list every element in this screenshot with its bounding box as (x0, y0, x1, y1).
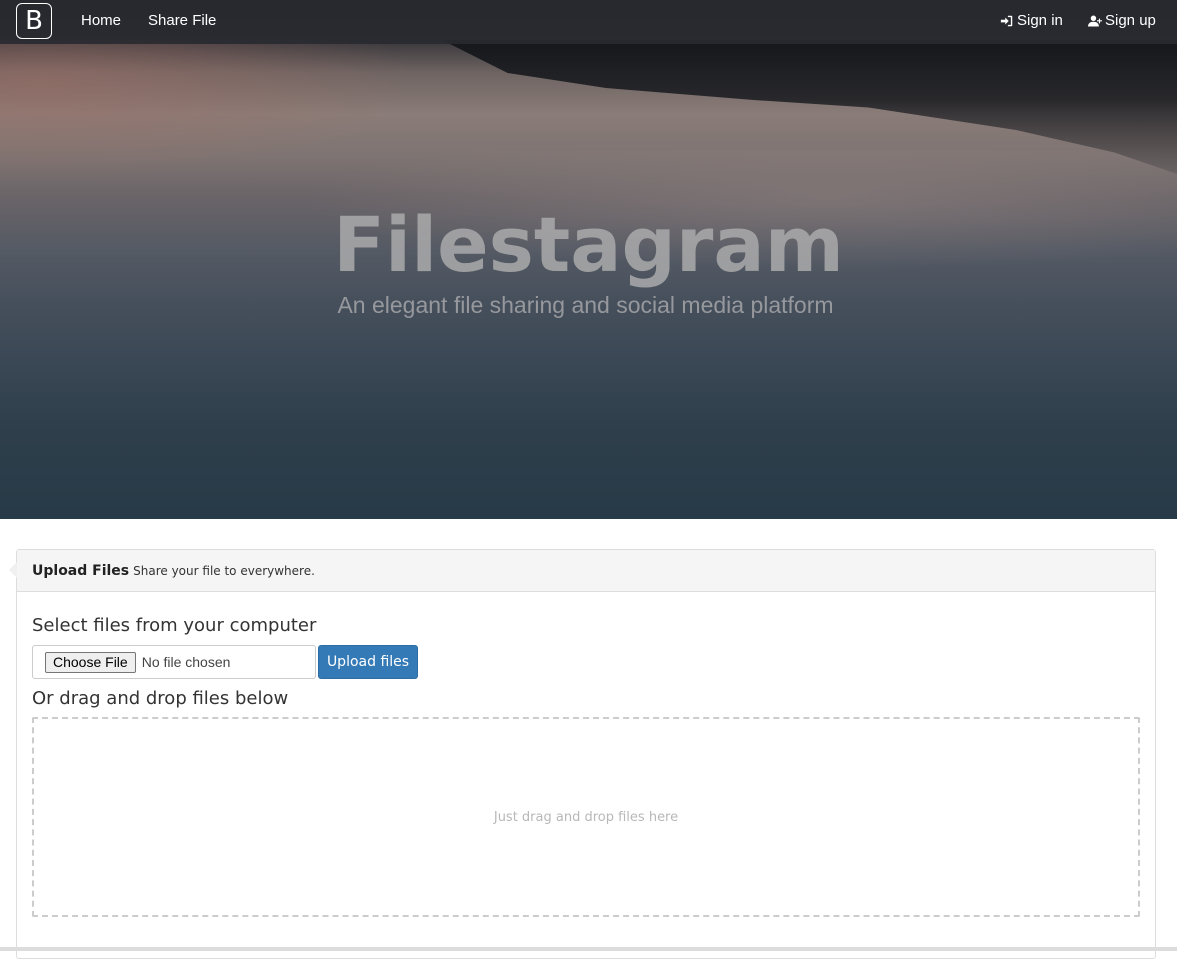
hero-title: Filestagram (333, 200, 844, 289)
upload-panel-title: Upload Files (32, 562, 130, 579)
nav-sign-up-link[interactable]: Sign up (1088, 12, 1156, 29)
upload-panel-heading: Upload Files Share your file to everywhe… (9, 550, 1155, 592)
upload-files-button[interactable]: Upload files (318, 645, 418, 679)
nav-sign-in-link[interactable]: Sign in (1000, 12, 1063, 29)
nav-share-file-link[interactable]: Share File (148, 12, 216, 29)
select-files-label: Select files from your computer (32, 615, 317, 636)
upload-panel-description: Share your file to everywhere. (133, 563, 315, 578)
sign-in-icon (1000, 15, 1013, 26)
navbar: B Home Share File Sign in Sign up (0, 0, 1177, 44)
user-plus-icon (1088, 15, 1102, 26)
file-dropzone[interactable]: Just drag and drop files here (32, 717, 1140, 917)
sign-in-label: Sign in (1017, 12, 1063, 29)
hero-subtitle: An elegant file sharing and social media… (337, 292, 834, 318)
choose-file-button[interactable]: Choose File (45, 651, 136, 673)
file-input[interactable]: Choose File No file chosen (32, 645, 316, 679)
file-input-status: No file chosen (141, 654, 231, 670)
hero-banner: Filestagram An elegant file sharing and … (0, 0, 1177, 519)
sign-up-label: Sign up (1105, 12, 1156, 29)
nav-home-link[interactable]: Home (81, 12, 121, 29)
dropzone-hint: Just drag and drop files here (493, 809, 679, 825)
drag-drop-label: Or drag and drop files below (32, 688, 289, 709)
upload-panel: Upload Files Share your file to everywhe… (9, 549, 1156, 959)
bottom-scrollbar-edge (0, 947, 1177, 951)
brand-logo[interactable]: B (16, 3, 52, 39)
panel-pointer-arrow (9, 562, 17, 578)
